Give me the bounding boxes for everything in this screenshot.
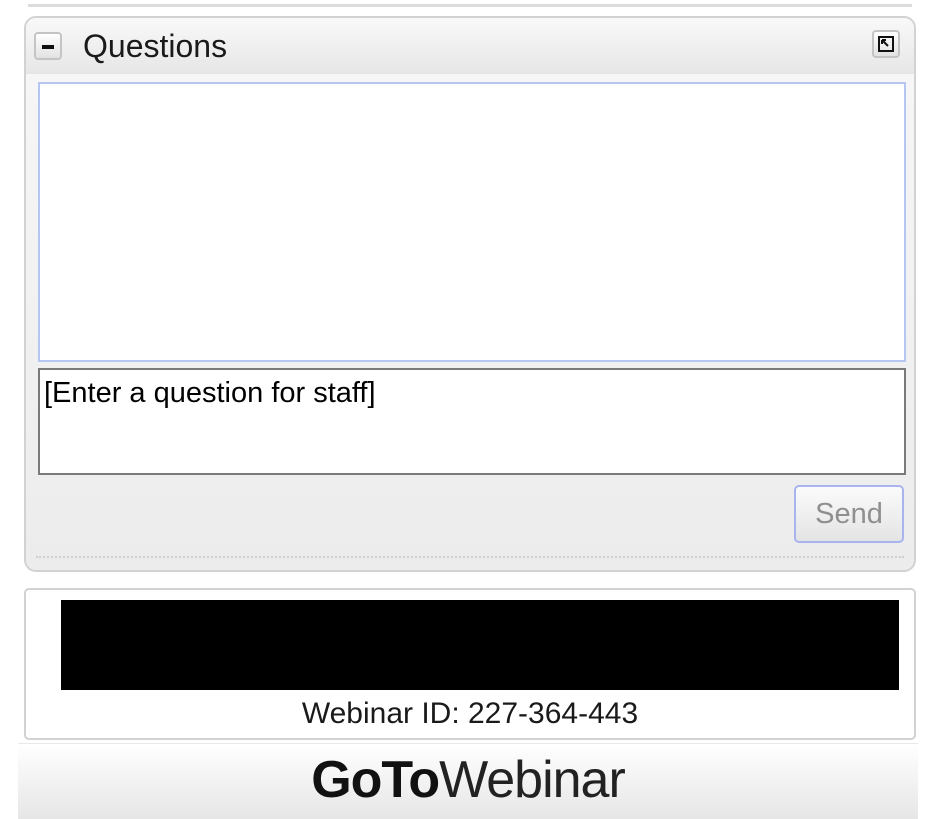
redacted-bar [61,600,899,690]
gotowebinar-logo: GoToWebinar [311,751,626,809]
send-button[interactable]: Send [794,485,904,543]
webinar-id: Webinar ID: 227-364-443 [301,697,639,730]
questions-panel-header: Questions [26,18,914,74]
top-divider [28,4,912,7]
questions-panel: Questions Send [24,16,916,572]
popout-button[interactable] [872,30,900,58]
brand-light-text: Webinar [439,751,626,809]
question-input[interactable] [38,368,906,475]
webinar-info-box: Webinar ID: 227-364-443 [24,588,916,740]
collapse-button[interactable] [34,32,62,60]
footer-brand: GoToWebinar [18,743,918,819]
popout-icon [878,36,894,52]
panel-title: Questions [83,28,228,64]
panel-resize-edge [36,556,904,558]
minus-icon [42,45,54,49]
brand-bold-text: GoTo [311,751,440,809]
questions-log[interactable] [38,82,906,362]
